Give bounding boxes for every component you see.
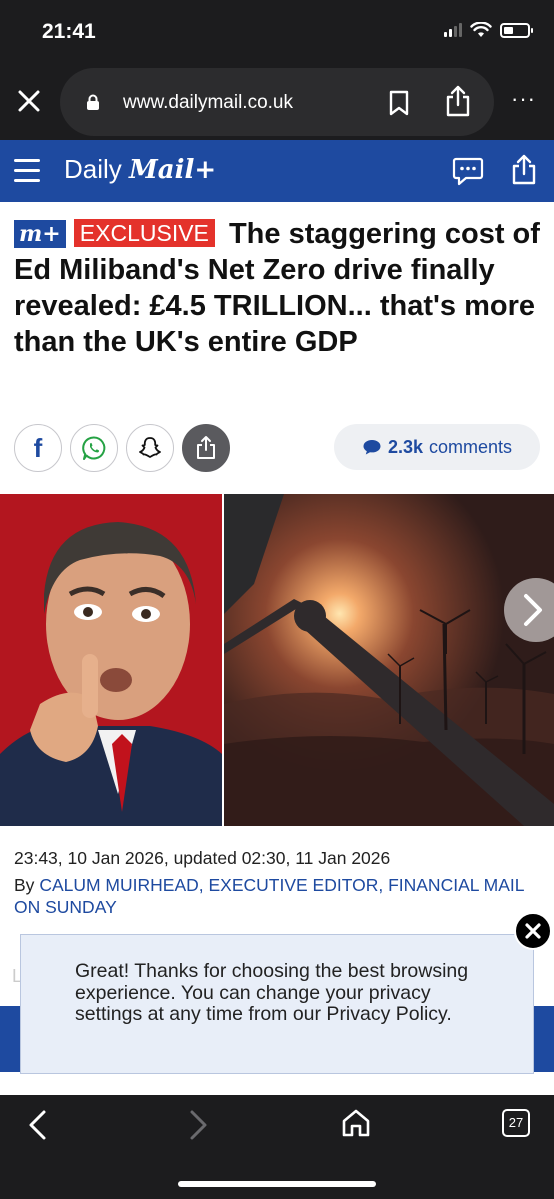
wifi-icon (470, 22, 492, 37)
lock-icon (87, 94, 99, 110)
close-notice-button[interactable] (514, 912, 552, 950)
status-bar: 21:41 (0, 0, 554, 62)
article-headline: m+ EXCLUSIVE The staggering cost of Ed M… (14, 216, 544, 360)
article-image-carousel[interactable] (0, 494, 554, 826)
more-options-button[interactable]: ··· (511, 86, 536, 112)
share-buttons: f (14, 424, 230, 474)
comment-icon[interactable] (452, 156, 484, 186)
chevron-right-icon (524, 594, 542, 626)
status-icons (444, 22, 533, 38)
snapchat-icon (139, 437, 161, 458)
facebook-icon: f (33, 432, 43, 463)
close-icon (525, 923, 541, 939)
home-indicator (178, 1181, 376, 1187)
bookmark-icon[interactable] (388, 90, 410, 116)
comments-label: comments (429, 436, 513, 457)
carousel-next-button[interactable] (504, 578, 554, 642)
close-tab-button[interactable] (14, 86, 44, 116)
status-time: 21:41 (42, 20, 96, 43)
privacy-notice-text: Great! Thanks for choosing the best brow… (75, 960, 469, 1025)
comments-button[interactable]: 2.3k comments (334, 424, 540, 470)
share-icon (197, 436, 215, 459)
back-icon[interactable] (24, 1109, 52, 1141)
cellular-signal-icon (444, 23, 462, 37)
share-icon[interactable] (444, 84, 472, 118)
mail-plus-badge: m+ (14, 220, 66, 248)
logo-brand: Mail+ (129, 155, 217, 185)
wind-turbine-photo (224, 494, 554, 826)
site-logo[interactable]: Daily Mail+ (64, 154, 216, 185)
whatsapp-icon (82, 436, 106, 460)
article-byline: By CALUM MUIRHEAD, EXECUTIVE EDITOR, FIN… (14, 874, 534, 918)
privacy-notice: Great! Thanks for choosing the best brow… (20, 934, 534, 1074)
forward-icon[interactable] (184, 1109, 212, 1141)
menu-icon[interactable] (14, 157, 40, 185)
close-icon (18, 90, 40, 112)
comment-bubble-icon (363, 440, 381, 455)
bottom-toolbar: 27 (0, 1095, 554, 1199)
exclusive-badge: EXCLUSIVE (73, 219, 215, 247)
battery-icon (500, 22, 533, 38)
facebook-share-button[interactable]: f (14, 424, 62, 472)
url-text: www.dailymail.co.uk (123, 92, 293, 113)
more-share-button[interactable] (182, 424, 230, 472)
site-header: Daily Mail+ (0, 140, 554, 202)
article-dateline: 23:43, 10 Jan 2026, updated 02:30, 11 Ja… (14, 848, 391, 868)
home-icon[interactable] (340, 1107, 372, 1139)
byline-prefix: By (14, 875, 35, 895)
address-bar[interactable]: www.dailymail.co.uk (60, 68, 494, 136)
byline-author-link[interactable]: CALUM MUIRHEAD, EXECUTIVE EDITOR, FINANC… (14, 875, 524, 917)
whatsapp-share-button[interactable] (70, 424, 118, 472)
comments-count: 2.3k (387, 436, 423, 457)
logo-prefix: Daily (64, 154, 122, 184)
snapchat-share-button[interactable] (126, 424, 174, 472)
politician-photo (0, 494, 222, 826)
tabs-button[interactable]: 27 (502, 1109, 530, 1137)
browser-toolbar: www.dailymail.co.uk ··· (0, 62, 554, 140)
header-share-icon[interactable] (510, 154, 538, 186)
